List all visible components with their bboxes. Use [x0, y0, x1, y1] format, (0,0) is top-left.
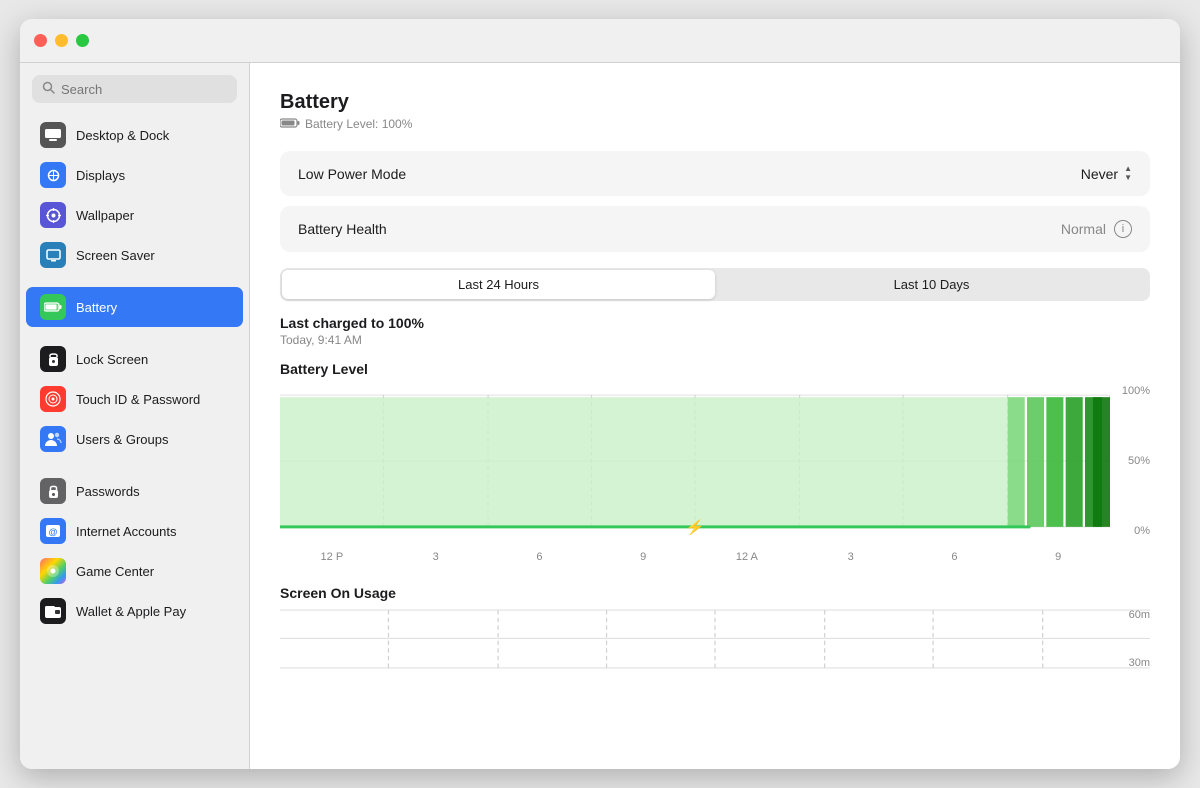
svg-text:⚡: ⚡	[685, 519, 705, 536]
page-title: Battery	[280, 91, 1150, 114]
lockscreen-icon	[40, 346, 66, 372]
main-panel: Battery Battery Level: 100% Low Power Mo…	[250, 63, 1180, 769]
sidebar-label-lockscreen: Lock Screen	[76, 352, 148, 367]
sidebar-label-touchid: Touch ID & Password	[76, 392, 200, 407]
low-power-stepper[interactable]: ▲ ▼	[1124, 165, 1132, 182]
screen-chart-wrapper: 60m 30m	[280, 609, 1150, 669]
sidebar-item-internet[interactable]: @ Internet Accounts	[26, 511, 243, 551]
battery-inline-icon	[280, 117, 300, 131]
sidebar-item-users[interactable]: Users & Groups	[26, 419, 243, 459]
main-window: Desktop & Dock Displays	[20, 19, 1180, 769]
sidebar-label-internet: Internet Accounts	[76, 524, 176, 539]
sidebar-label-passwords: Passwords	[76, 484, 140, 499]
screen-usage-title: Screen On Usage	[280, 585, 1150, 601]
stepper-down[interactable]: ▼	[1124, 174, 1132, 182]
sidebar-item-displays[interactable]: Displays	[26, 155, 243, 195]
sidebar-item-wallpaper[interactable]: Wallpaper	[26, 195, 243, 235]
search-icon	[42, 81, 55, 97]
battery-chart-wrapper: ⚡ 100% 50% 0% 12 P 3 6 9 12 A 3	[280, 385, 1150, 565]
sidebar-label-battery: Battery	[76, 300, 117, 315]
svg-text:@: @	[49, 527, 58, 537]
maximize-button[interactable]	[76, 34, 89, 47]
screen-y-label-60: 60m	[1110, 609, 1150, 621]
y-label-100: 100%	[1110, 385, 1150, 397]
page-subtitle: Battery Level: 100%	[280, 117, 1150, 131]
desktop-dock-icon	[40, 122, 66, 148]
sidebar-label-desktop-dock: Desktop & Dock	[76, 128, 169, 143]
sidebar-label-users: Users & Groups	[76, 432, 168, 447]
sidebar-item-touchid[interactable]: Touch ID & Password	[26, 379, 243, 419]
sidebar-item-lockscreen[interactable]: Lock Screen	[26, 339, 243, 379]
x-label-1: 3	[384, 551, 488, 563]
battery-level-text: Battery Level: 100%	[305, 117, 412, 131]
traffic-lights	[34, 34, 89, 47]
battery-level-chart-section: Battery Level	[280, 361, 1150, 565]
x-label-3: 9	[591, 551, 695, 563]
charge-label: Last charged to 100%	[280, 315, 1150, 331]
search-input[interactable]	[61, 82, 227, 97]
users-icon	[40, 426, 66, 452]
close-button[interactable]	[34, 34, 47, 47]
charge-time: Today, 9:41 AM	[280, 333, 1150, 347]
sidebar-label-wallpaper: Wallpaper	[76, 208, 134, 223]
battery-health-row: Battery Health Normal i	[280, 206, 1150, 252]
titlebar	[20, 19, 1180, 63]
tabs-container: Last 24 Hours Last 10 Days	[280, 268, 1150, 301]
sidebar-item-wallet[interactable]: Wallet & Apple Pay	[26, 591, 243, 631]
passwords-icon	[40, 478, 66, 504]
low-power-mode-row: Low Power Mode Never ▲ ▼	[280, 151, 1150, 196]
battery-chart-area: ⚡	[280, 385, 1110, 537]
gamecenter-icon	[40, 558, 66, 584]
x-label-0: 12 P	[280, 551, 384, 563]
charge-info: Last charged to 100% Today, 9:41 AM	[280, 315, 1150, 347]
tab-10d[interactable]: Last 10 Days	[715, 270, 1148, 299]
screen-y-label-30: 30m	[1110, 657, 1150, 669]
screen-usage-section: Screen On Usage	[280, 585, 1150, 669]
x-label-5: 3	[799, 551, 903, 563]
internet-icon: @	[40, 518, 66, 544]
info-button[interactable]: i	[1114, 220, 1132, 238]
battery-health-right: Normal i	[1061, 220, 1132, 238]
low-power-label: Low Power Mode	[298, 166, 406, 182]
sidebar-item-battery[interactable]: Battery	[26, 287, 243, 327]
health-status: Normal	[1061, 221, 1106, 237]
battery-health-label: Battery Health	[298, 221, 387, 237]
y-label-50: 50%	[1110, 455, 1150, 467]
sidebar-item-gamecenter[interactable]: Game Center	[26, 551, 243, 591]
y-label-0: 0%	[1110, 525, 1150, 537]
sidebar: Desktop & Dock Displays	[20, 63, 250, 769]
minimize-button[interactable]	[55, 34, 68, 47]
sidebar-item-screensaver[interactable]: Screen Saver	[26, 235, 243, 275]
page-header: Battery Battery Level: 100%	[280, 91, 1150, 131]
x-label-6: 6	[903, 551, 1007, 563]
battery-icon	[40, 294, 66, 320]
x-label-4: 12 A	[695, 551, 799, 563]
sidebar-item-passwords[interactable]: Passwords	[26, 471, 243, 511]
touchid-icon	[40, 386, 66, 412]
sidebar-label-screensaver: Screen Saver	[76, 248, 155, 263]
x-label-2: 6	[488, 551, 592, 563]
wallet-icon	[40, 598, 66, 624]
search-bar[interactable]	[32, 75, 237, 103]
screensaver-icon	[40, 242, 66, 268]
sidebar-label-wallet: Wallet & Apple Pay	[76, 604, 186, 619]
x-label-7: 9	[1006, 551, 1110, 563]
stepper-up[interactable]: ▲	[1124, 165, 1132, 173]
chart-x-labels: 12 P 3 6 9 12 A 3 6 9	[280, 537, 1110, 565]
sidebar-label-displays: Displays	[76, 168, 125, 183]
wallpaper-icon	[40, 202, 66, 228]
battery-level-title: Battery Level	[280, 361, 1150, 377]
low-power-value[interactable]: Never ▲ ▼	[1081, 165, 1132, 182]
sidebar-item-desktop-dock[interactable]: Desktop & Dock	[26, 115, 243, 155]
displays-icon	[40, 162, 66, 188]
chart-y-labels: 100% 50% 0%	[1110, 385, 1150, 537]
content-area: Desktop & Dock Displays	[20, 63, 1180, 769]
sidebar-label-gamecenter: Game Center	[76, 564, 154, 579]
tab-24h[interactable]: Last 24 Hours	[282, 270, 715, 299]
